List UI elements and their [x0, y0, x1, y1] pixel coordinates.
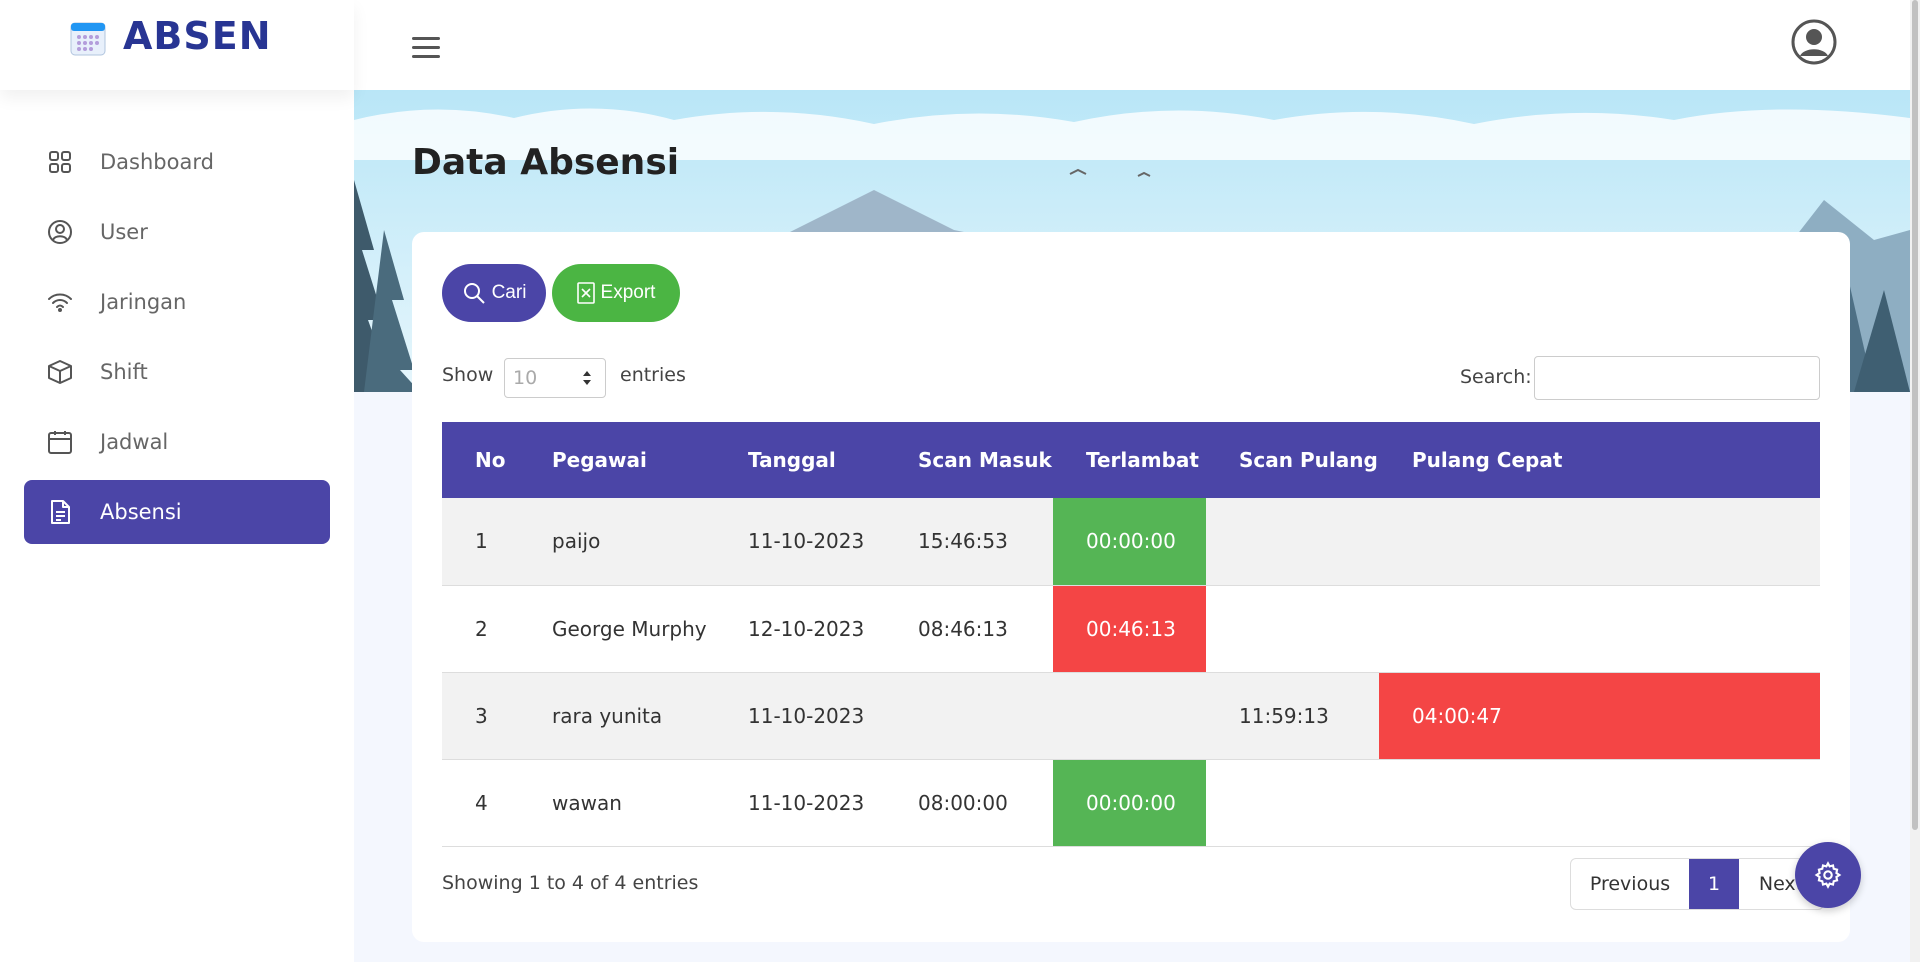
cell-scan-pulang	[1206, 759, 1379, 846]
cell-terlambat: 00:00:00	[1053, 498, 1206, 585]
sidebar-item-dashboard[interactable]: Dashboard	[24, 130, 330, 194]
cell-no: 2	[475, 616, 488, 641]
column-header-pegawai[interactable]: Pegawai	[519, 422, 715, 498]
column-header-scan-masuk[interactable]: Scan Masuk	[885, 422, 1053, 498]
wifi-icon	[46, 288, 74, 316]
cell-pegawai: wawan	[552, 790, 622, 815]
cell-no: 1	[475, 529, 488, 554]
sidebar-item-label: Jaringan	[100, 290, 187, 314]
sidebar-item-jadwal[interactable]: Jadwal	[24, 410, 330, 474]
cell-pulang-cepat: 04:00:47	[1379, 672, 1820, 759]
cell-scan-pulang	[1206, 498, 1379, 585]
previous-page-button[interactable]: Previous	[1571, 859, 1689, 909]
cell-tanggal: 12-10-2023	[748, 616, 865, 641]
search-label: Search:	[1460, 366, 1532, 388]
cell-tanggal: 11-10-2023	[748, 529, 865, 554]
cell-pegawai: rara yunita	[552, 703, 663, 728]
cell-tanggal: 11-10-2023	[748, 703, 865, 728]
search-button-label: Cari	[491, 282, 527, 303]
cell-scan-masuk	[885, 672, 1053, 759]
table-row: 1 paijo 11-10-2023 15:46:53 00:00:00	[442, 498, 1820, 585]
attendance-table: No Pegawai Tanggal Scan Masuk Terlambat …	[442, 422, 1820, 847]
search-input[interactable]	[1534, 356, 1820, 400]
cell-scan-masuk: 08:00:00	[918, 790, 1008, 815]
table-row: 3 rara yunita 11-10-2023 11:59:13 04:00:…	[442, 672, 1820, 759]
column-header-tanggal[interactable]: Tanggal	[715, 422, 885, 498]
settings-fab[interactable]	[1795, 842, 1861, 908]
sidebar: Dashboard User Jaringan Shift Jadwal Abs…	[0, 90, 354, 962]
cell-scan-masuk: 08:46:13	[918, 616, 1008, 641]
sidebar-item-label: Shift	[100, 360, 148, 384]
page-size-value: 10	[513, 367, 538, 389]
excel-file-icon	[576, 282, 595, 304]
app-name: ABSEN	[123, 14, 272, 58]
column-header-pulang-cepat[interactable]: Pulang Cepat	[1379, 422, 1820, 498]
sidebar-item-label: User	[100, 220, 148, 244]
export-button[interactable]: Export	[552, 264, 680, 322]
export-button-label: Export	[600, 282, 656, 303]
cell-pulang-cepat	[1379, 585, 1820, 672]
table-row: 2 George Murphy 12-10-2023 08:46:13 00:4…	[442, 585, 1820, 672]
cell-tanggal: 11-10-2023	[748, 790, 865, 815]
user-avatar-icon[interactable]	[1790, 18, 1838, 66]
select-arrows-icon	[583, 371, 591, 385]
search-icon	[463, 283, 485, 304]
cell-pulang-cepat	[1379, 759, 1820, 846]
box-icon	[46, 358, 74, 386]
cell-terlambat: 00:00:00	[1053, 759, 1206, 846]
page-title: Data Absensi	[412, 142, 680, 183]
sidebar-item-jaringan[interactable]: Jaringan	[24, 270, 330, 334]
gear-icon	[1814, 861, 1842, 889]
cell-terlambat: 00:46:13	[1053, 585, 1206, 672]
grid-icon	[46, 148, 74, 176]
table-info: Showing 1 to 4 of 4 entries	[442, 872, 699, 894]
top-bar: ABSEN	[0, 0, 1910, 90]
column-header-scan-pulang[interactable]: Scan Pulang	[1206, 422, 1379, 498]
page-size-select[interactable]: 10	[504, 358, 606, 398]
cell-pegawai: paijo	[552, 529, 601, 554]
logo-area: ABSEN	[0, 0, 354, 90]
cell-scan-masuk: 15:46:53	[918, 529, 1008, 554]
page-1-button[interactable]: 1	[1689, 859, 1739, 909]
sidebar-item-label: Jadwal	[100, 430, 169, 454]
entries-label: entries	[620, 364, 686, 386]
sidebar-item-label: Absensi	[100, 500, 182, 524]
sidebar-item-label: Dashboard	[100, 150, 214, 174]
table-row: 4 wawan 11-10-2023 08:00:00 00:00:00	[442, 759, 1820, 846]
scrollbar-thumb[interactable]	[1912, 0, 1918, 830]
pagination: Previous 1 Next	[1570, 858, 1824, 910]
table-header-row: No Pegawai Tanggal Scan Masuk Terlambat …	[442, 422, 1820, 498]
cell-no: 3	[475, 703, 488, 728]
search-button[interactable]: Cari	[442, 264, 546, 322]
calendar-icon	[46, 428, 74, 456]
sidebar-item-absensi[interactable]: Absensi	[24, 480, 330, 544]
column-header-terlambat[interactable]: Terlambat	[1053, 422, 1206, 498]
show-label: Show	[442, 364, 494, 386]
document-icon	[46, 498, 74, 526]
cell-no: 4	[475, 790, 488, 815]
cell-scan-pulang	[1206, 585, 1379, 672]
cell-scan-pulang: 11:59:13	[1239, 703, 1329, 728]
cell-pegawai: George Murphy	[552, 616, 707, 641]
content-card: Cari Export Show 10 entries Search: No P…	[412, 232, 1850, 942]
cell-pulang-cepat	[1379, 498, 1820, 585]
user-circle-icon	[46, 218, 74, 246]
menu-toggle-icon[interactable]	[412, 37, 440, 59]
sidebar-item-shift[interactable]: Shift	[24, 340, 330, 404]
cell-terlambat	[1053, 672, 1206, 759]
column-header-no[interactable]: No	[442, 422, 519, 498]
calendar-logo-icon	[70, 22, 106, 56]
sidebar-item-user[interactable]: User	[24, 200, 330, 264]
